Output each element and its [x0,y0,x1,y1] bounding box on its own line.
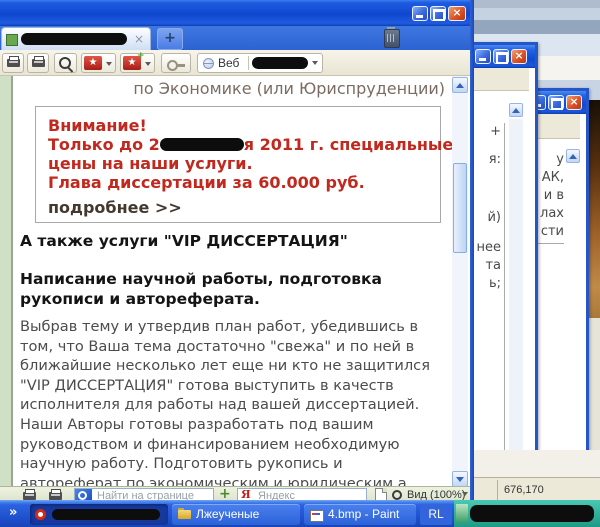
taskbar-task-opera[interactable] [30,504,168,525]
divider [248,56,249,70]
page-margin-strip [0,76,13,488]
add-bookmark-button[interactable]: ★ + [120,53,155,73]
page-viewport: по Экономике (или Юриспруденции) Внимани… [0,76,452,488]
promo-price-line: Глава диссертации за 60.000 руб. [48,173,365,192]
browser-titlebar[interactable] [0,0,474,26]
search-engine-label: Веб [218,57,239,70]
print-button[interactable] [2,53,24,73]
task-label: 4.bmp - Paint [328,507,399,521]
scrollbar-track[interactable] [452,76,468,488]
chevron-down-icon[interactable] [312,61,318,68]
body-paragraph: Выбрав тему и утвердив план работ, убеди… [20,317,438,488]
close-button[interactable]: × [511,49,527,64]
page-heading: по Экономике (или Юриспруденции) [20,79,445,98]
web-search-box[interactable]: Веб [197,53,323,73]
print-preview-button[interactable] [27,53,49,73]
maximize-button[interactable] [430,6,446,21]
find-button[interactable] [54,53,77,73]
maximize-button[interactable] [493,49,509,64]
printer-icon [23,492,36,500]
promo-box: Внимание! Только до 2я 2011 г. специальн… [35,106,441,223]
scroll-up-button[interactable] [452,77,468,93]
opera-icon [35,509,46,520]
quicklaunch-overflow-chevron[interactable]: » [9,505,17,521]
new-tab-button[interactable]: + [157,28,183,50]
scroll-down-button[interactable] [452,471,468,487]
magnifier-icon [78,491,87,500]
tab-favicon [6,34,18,46]
more-link[interactable]: подробнее >> [48,198,182,217]
printer-icon [7,59,20,67]
taskbar-task-paint[interactable]: 4.bmp - Paint [304,504,416,525]
vip-heading: А также услуги "VIP ДИССЕРТАЦИЯ" [20,232,440,250]
system-tray [454,500,600,527]
scrollbar-track[interactable] [509,119,523,453]
globe-icon [203,58,214,69]
maximize-button[interactable] [548,95,564,110]
background-window-2: × + я: й) нее та ь; [468,42,538,506]
tray-thumbnail [456,504,468,522]
chevron-down-icon[interactable] [145,62,151,69]
date-redaction [160,138,244,151]
browser-window: × × + ★ ★ + Веб [0,0,474,503]
minimize-button[interactable] [475,49,491,64]
chevron-down-icon [462,492,468,499]
services-subheading: Написание научной работы, подготовка рук… [20,269,450,309]
window2-toolbar [471,68,529,91]
language-indicator[interactable]: RL [420,504,452,525]
close-button[interactable]: × [448,6,466,21]
closed-tabs-trash-icon[interactable] [384,29,400,48]
promo-attention: Внимание! [48,116,147,135]
task-title-redaction [52,509,160,520]
screen: × у АК, и в лах сти × + я: й) нее та ь; [0,0,600,527]
taskbar-task-folder[interactable]: Лжеученые [172,504,300,525]
bookmark-star-icon: ★ [84,56,102,70]
paint-icon [310,510,324,522]
magnifier-icon [59,57,71,69]
printer-icon [49,492,62,500]
printer-icon [32,59,45,67]
promo-offer-line: Только до 2я 2011 г. специальные [48,135,452,154]
bookmarks-button[interactable]: ★ [81,53,116,73]
minimize-button[interactable] [412,6,428,21]
window2-text-fragments: + я: й) нее та ь; [475,123,505,453]
task-label: Лжеученые [196,507,259,521]
close-button[interactable]: × [566,95,582,110]
chevron-down-icon[interactable] [106,62,112,69]
paint-cursor-coordinates: 676,170 [504,484,544,496]
folder-icon [178,510,191,519]
key-icon [167,60,178,71]
search-query-redaction [252,57,308,69]
statusbar-divider [497,480,498,500]
paint-window-corner: 676,170 [474,450,600,503]
scroll-up-button[interactable] [566,149,580,163]
promo-offer-line2: цены на наши услуги. [48,154,253,173]
tab-title-redaction [21,33,127,45]
tray-redaction [470,505,594,522]
magnifier-icon [392,490,402,500]
password-wand-button[interactable] [161,53,191,73]
tab-close-button[interactable]: × [134,31,144,47]
scroll-thumb[interactable] [453,163,467,253]
browser-tab[interactable]: × [1,27,151,50]
scroll-up-button[interactable] [509,103,523,117]
window-border [470,0,474,503]
plus-badge-icon: + [137,52,145,61]
